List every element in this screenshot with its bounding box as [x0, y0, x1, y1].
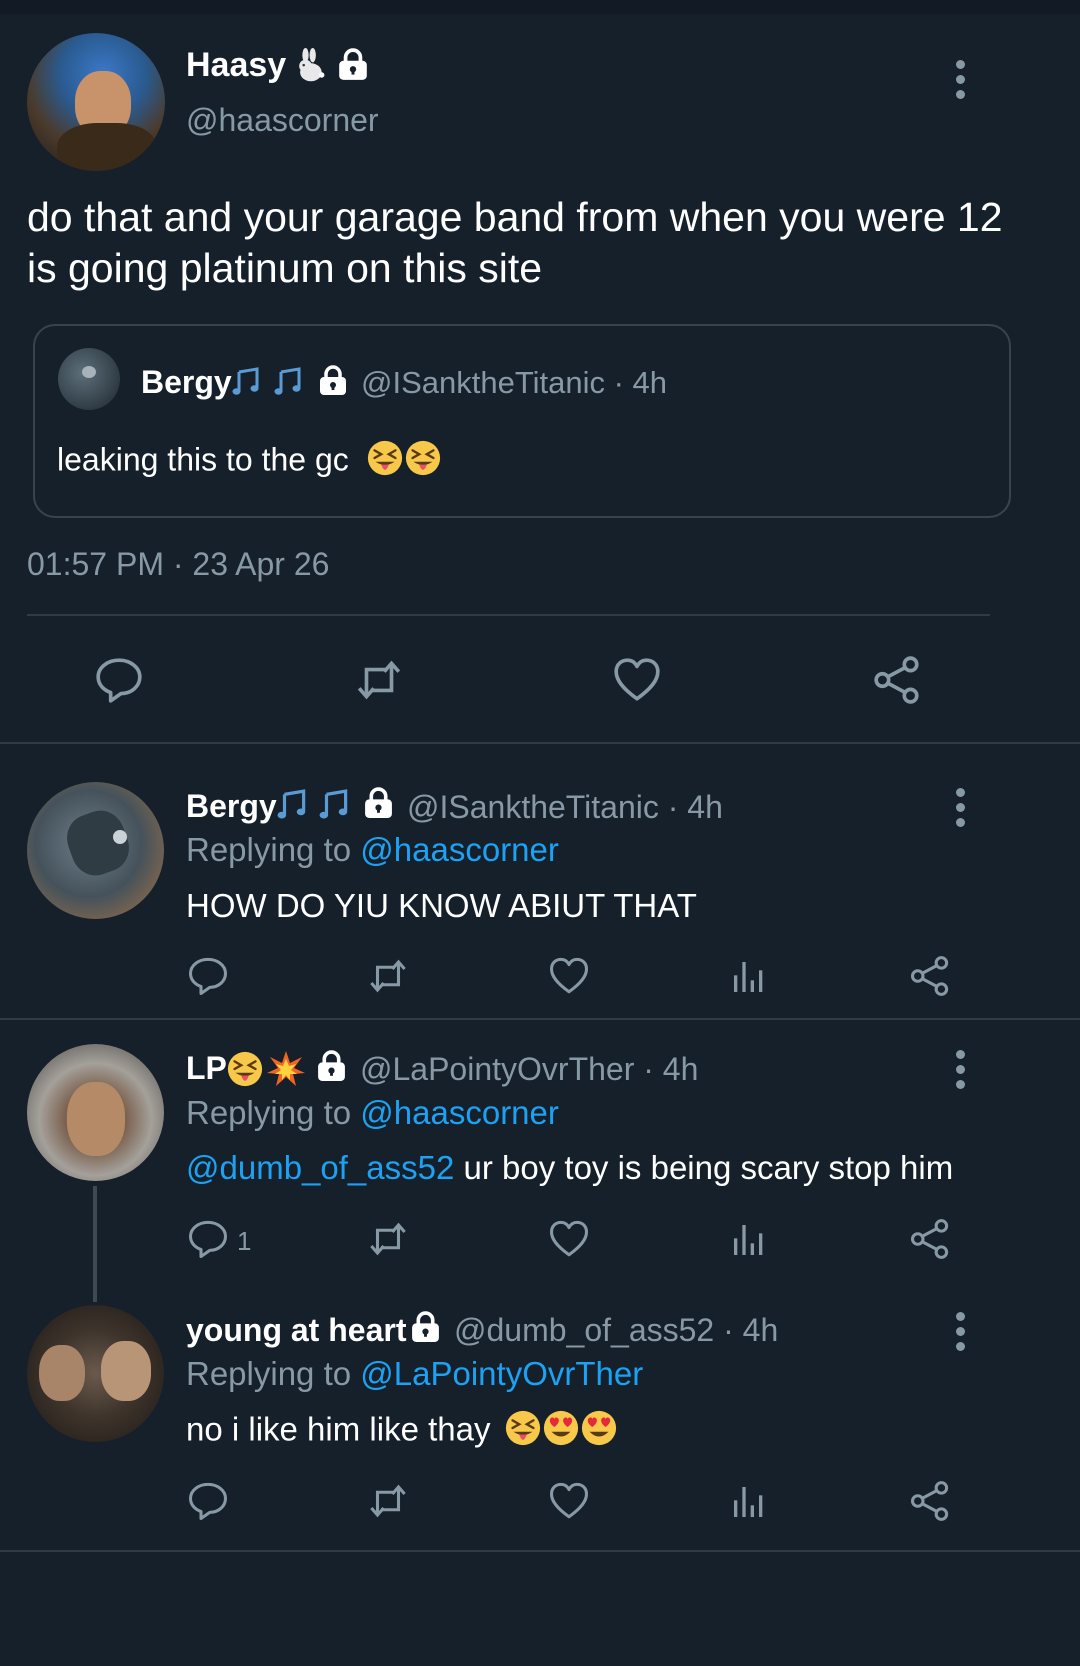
mention-link[interactable]: @dumb_of_ass52 — [186, 1149, 454, 1186]
retweet-icon[interactable] — [366, 1218, 410, 1260]
squinting-tongue-emoji — [226, 1050, 264, 1093]
lock-icon — [336, 48, 370, 82]
music-note-icon — [231, 366, 263, 398]
quoted-text: leaking this to the gc — [57, 439, 442, 485]
lock-icon — [315, 1050, 348, 1083]
quoted-tweet[interactable]: Bergy @ISanktheTitanic · 4h leaking this… — [33, 324, 1011, 518]
reply-text: @dumb_of_ass52 ur boy toy is being scary… — [186, 1149, 954, 1186]
handle-time[interactable]: @dumb_of_ass52 · 4h — [454, 1312, 778, 1349]
more-icon[interactable] — [950, 1312, 970, 1352]
analytics-icon[interactable] — [729, 1482, 769, 1522]
squinting-tongue-emoji — [504, 1409, 542, 1455]
share-icon[interactable] — [909, 1480, 951, 1522]
more-icon[interactable] — [950, 788, 970, 828]
more-icon[interactable] — [950, 1050, 970, 1090]
collision-emoji — [266, 1049, 306, 1094]
reply-icon[interactable] — [187, 955, 229, 997]
mention-link[interactable]: @LaPointyOvrTher — [360, 1355, 643, 1392]
handle-time[interactable]: @LaPointyOvrTher · 4h — [360, 1051, 698, 1088]
reply-icon[interactable] — [187, 1218, 229, 1260]
handle[interactable]: @haascorner — [186, 102, 379, 139]
quoted-handle-time: @ISanktheTitanic · 4h — [361, 365, 668, 400]
share-icon[interactable] — [909, 1218, 951, 1260]
separator — [0, 742, 1080, 744]
like-icon[interactable] — [548, 955, 590, 997]
display-name[interactable]: Bergy — [186, 788, 277, 825]
music-note-icon — [273, 366, 305, 398]
handle-time[interactable]: @ISanktheTitanic · 4h — [407, 789, 723, 826]
replying-to-line: Replying to @haascorner — [186, 1094, 559, 1131]
lock-icon — [362, 787, 395, 820]
replying-to-line: Replying to @haascorner — [186, 831, 559, 868]
reply-text: no i like him like thay — [186, 1409, 618, 1455]
like-icon[interactable] — [612, 655, 662, 705]
avatar[interactable] — [27, 1305, 164, 1442]
like-icon[interactable] — [548, 1480, 590, 1522]
top-bar-edge — [0, 0, 1080, 14]
analytics-icon[interactable] — [729, 957, 769, 997]
reply-icon[interactable] — [94, 655, 144, 705]
retweet-icon[interactable] — [366, 1480, 410, 1522]
reply-icon[interactable] — [187, 1480, 229, 1522]
mention-link[interactable]: @haascorner — [360, 831, 559, 868]
squinting-tongue-emoji — [404, 439, 442, 485]
heart-eyes-emoji — [542, 1409, 580, 1455]
lock-icon — [409, 1311, 442, 1344]
separator — [0, 1018, 1080, 1020]
display-name[interactable]: young at heart — [186, 1312, 406, 1349]
display-name[interactable]: LP — [186, 1050, 227, 1087]
squinting-tongue-emoji — [366, 439, 404, 485]
separator — [0, 1550, 1080, 1552]
share-icon[interactable] — [909, 955, 951, 997]
retweet-icon[interactable] — [353, 655, 405, 705]
avatar[interactable] — [27, 33, 165, 171]
avatar[interactable] — [27, 1044, 164, 1181]
reply-count: 1 — [237, 1226, 252, 1256]
lock-icon — [317, 365, 349, 397]
music-note-icon — [276, 788, 310, 822]
more-icon[interactable] — [950, 60, 970, 100]
mention-link[interactable]: @haascorner — [360, 1094, 559, 1131]
divider — [27, 614, 990, 616]
avatar — [58, 348, 120, 410]
like-icon[interactable] — [548, 1218, 590, 1260]
tweet-text: do that and your garage band from when y… — [27, 194, 1003, 291]
music-note-icon — [318, 788, 352, 822]
heart-eyes-emoji — [580, 1409, 618, 1455]
thread-line — [93, 1186, 97, 1302]
analytics-icon[interactable] — [729, 1220, 769, 1260]
replying-to-line: Replying to @LaPointyOvrTher — [186, 1355, 644, 1392]
retweet-icon[interactable] — [366, 955, 410, 997]
timestamp: 01:57 PM · 23 Apr 26 — [27, 546, 330, 582]
share-icon[interactable] — [872, 655, 922, 705]
display-name[interactable]: Haasy — [186, 46, 286, 85]
quoted-display-name: Bergy — [141, 364, 232, 400]
avatar[interactable] — [27, 782, 164, 919]
rabbit-icon — [292, 48, 328, 84]
reply-text: HOW DO YIU KNOW ABIUT THAT — [186, 887, 697, 924]
